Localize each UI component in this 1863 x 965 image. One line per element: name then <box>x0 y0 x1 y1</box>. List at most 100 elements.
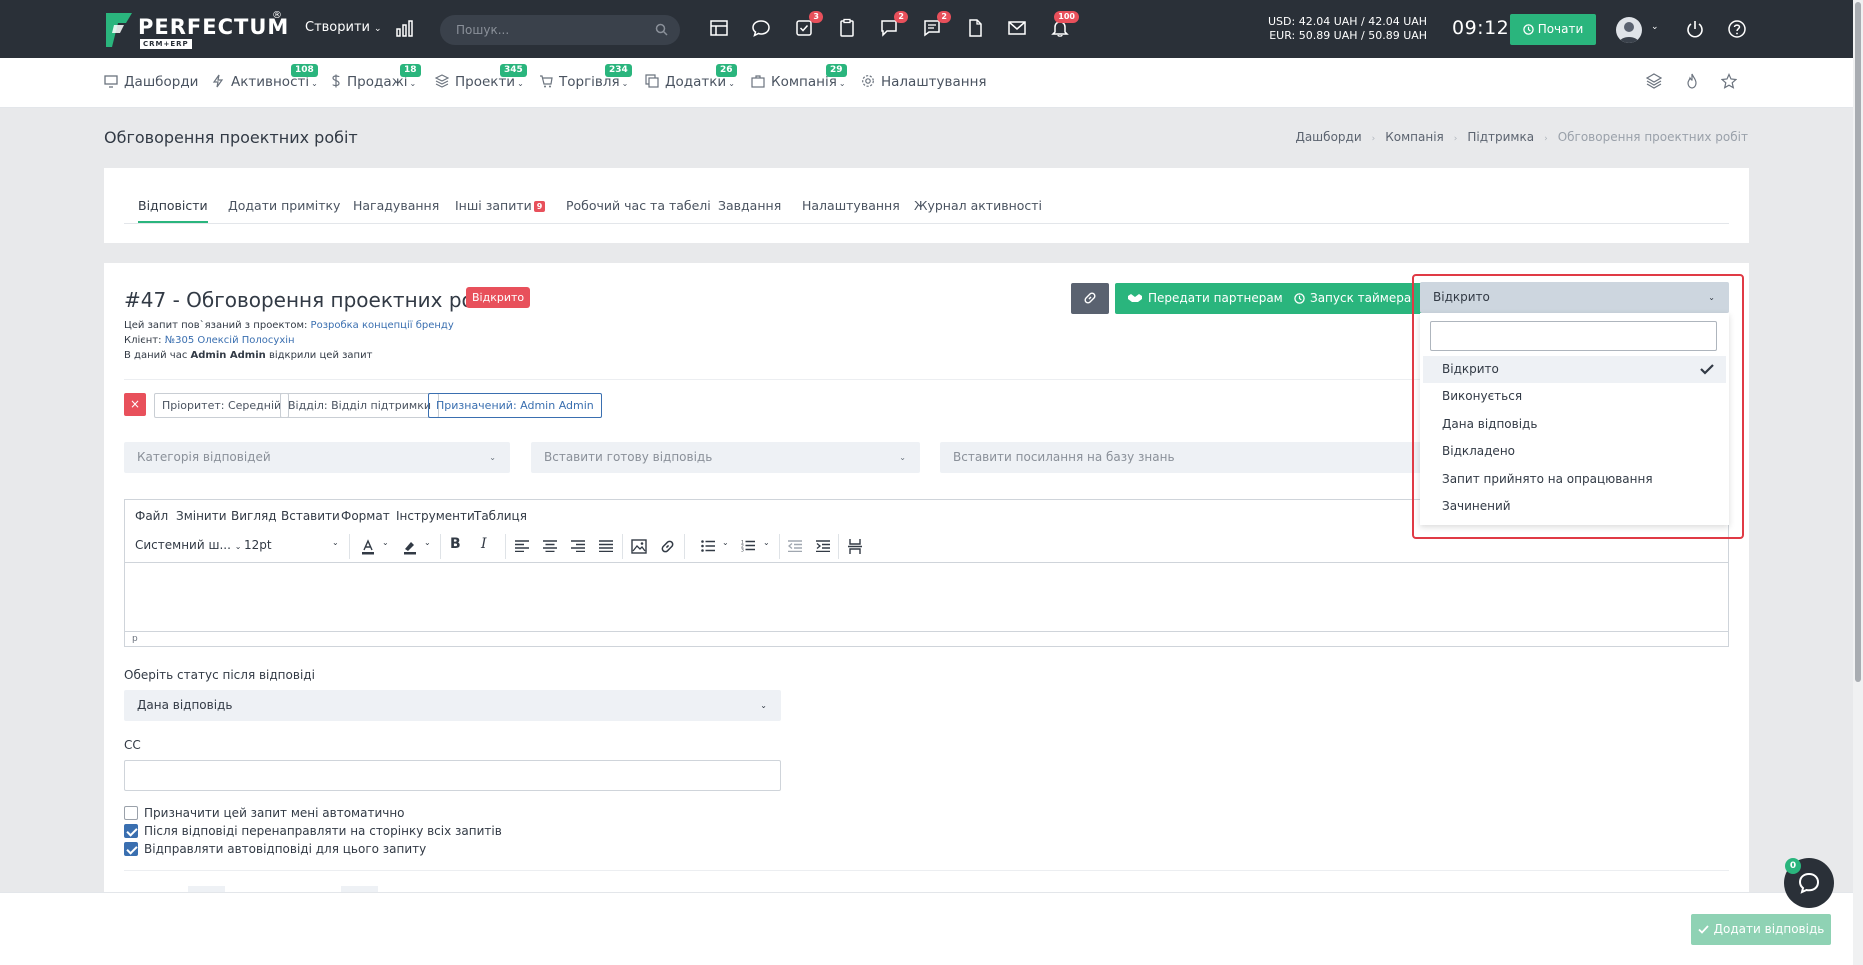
project-link[interactable]: Розробка концепції бренду <box>311 320 454 331</box>
bell-icon[interactable]: 100 <box>1050 11 1079 40</box>
status-after-reply-select[interactable]: Дана відповідь ⌄ <box>124 690 781 721</box>
dropdown-option[interactable]: Виконується <box>1423 383 1726 410</box>
ready-reply-select[interactable]: Вставити готову відповідь ⌄ <box>531 442 920 473</box>
cc-input[interactable] <box>124 760 781 791</box>
dropdown-option[interactable]: Зачинений <box>1423 493 1726 520</box>
editor-menu-format[interactable]: Формат <box>341 509 390 523</box>
calendar-icon[interactable] <box>709 18 731 40</box>
priority-tag[interactable]: Пріоритет: Середній <box>154 393 290 418</box>
image-icon[interactable] <box>631 539 647 554</box>
clipboard-icon[interactable] <box>837 18 859 40</box>
client-link[interactable]: №305 Олексій Полосухін <box>165 335 295 346</box>
fire-icon[interactable] <box>1684 73 1700 89</box>
dropdown-option[interactable]: Дана відповідь <box>1423 411 1726 438</box>
department-tag[interactable]: Відділ: Відділ підтримки <box>280 393 439 418</box>
chevron-down-icon[interactable]: ⌄ <box>332 538 339 547</box>
editor-menu-edit[interactable]: Змінити <box>176 509 227 523</box>
page-break-icon[interactable] <box>848 539 862 554</box>
nav-trade[interactable]: Торгівля ⌄ 234 <box>539 64 632 90</box>
tab-activity-log[interactable]: Журнал активності <box>914 198 1042 213</box>
start-timer-button[interactable]: Почати <box>1510 14 1596 45</box>
copy-link-button[interactable] <box>1071 283 1109 314</box>
check-autoreply[interactable]: Відправляти автовідповіді для цього запи… <box>124 842 426 856</box>
align-justify-icon[interactable] <box>599 540 613 552</box>
layers-icon[interactable] <box>1646 73 1662 89</box>
numbered-list-icon[interactable]: 123 <box>741 539 755 552</box>
nav-projects[interactable]: Проекти ⌄ 345 <box>435 64 527 90</box>
link-icon[interactable] <box>660 539 675 554</box>
chevron-down-icon[interactable]: ⌄ <box>424 538 431 547</box>
chevron-down-icon[interactable]: ⌄ <box>382 538 389 547</box>
start-timer-ticket-button[interactable]: Запуск таймера <box>1282 283 1424 314</box>
bullet-list-icon[interactable] <box>701 540 715 552</box>
align-left-icon[interactable] <box>515 540 529 552</box>
star-icon[interactable] <box>1721 73 1737 89</box>
align-right-icon[interactable] <box>571 540 585 552</box>
checkbox[interactable] <box>124 824 138 838</box>
align-center-icon[interactable] <box>543 540 557 552</box>
dropdown-option[interactable]: Запит прийнято на опрацювання <box>1423 466 1726 493</box>
chevron-down-icon[interactable]: ⌄ <box>763 538 770 547</box>
ticket-status-select[interactable]: Відкрито ⌄ <box>1420 282 1729 313</box>
chevron-down-icon[interactable]: ⌄ <box>722 538 729 547</box>
outdent-icon[interactable] <box>788 540 802 552</box>
power-icon[interactable] <box>1685 19 1705 39</box>
page-scrollbar[interactable] <box>1853 0 1863 965</box>
tasks-icon[interactable]: 3 <box>794 11 823 40</box>
nav-dashboards[interactable]: Дашборди <box>104 74 198 90</box>
help-icon[interactable] <box>1727 19 1747 39</box>
tab-settings[interactable]: Налаштування <box>802 198 900 213</box>
nav-activities[interactable]: Активності ⌄ 108 <box>211 64 318 90</box>
add-reply-button[interactable]: Додати відповідь <box>1691 914 1831 945</box>
dropdown-search-input[interactable] <box>1430 321 1717 351</box>
editor-menu-insert[interactable]: Вставити <box>281 509 340 523</box>
reply-category-select[interactable]: Категорія відповідей ⌄ <box>124 442 510 473</box>
italic-icon[interactable]: I <box>481 536 487 552</box>
create-menu-button[interactable]: Створити ⌄ <box>305 20 382 35</box>
tab-tasks[interactable]: Завдання <box>718 198 781 213</box>
indent-icon[interactable] <box>816 540 830 552</box>
chat-icon[interactable]: 2 <box>879 11 908 40</box>
tab-add-note[interactable]: Додати примітку <box>228 198 340 213</box>
tab-timesheets[interactable]: Робочий час та табелі <box>566 198 711 213</box>
nav-company[interactable]: Компанія ⌄ 29 <box>751 64 847 90</box>
highlight-icon[interactable] <box>402 539 418 555</box>
checkbox[interactable] <box>124 842 138 856</box>
avatar[interactable] <box>1616 17 1642 43</box>
search-input[interactable] <box>456 21 646 39</box>
breadcrumb-item[interactable]: Дашборди <box>1295 130 1361 144</box>
editor-menu-tools[interactable]: Інструменти <box>396 509 475 523</box>
editor-content-area[interactable] <box>125 563 1728 633</box>
check-redirect[interactable]: Після відповіді перенаправляти на сторін… <box>124 824 502 838</box>
breadcrumb-item[interactable]: Компанія <box>1385 130 1444 144</box>
comment-icon[interactable] <box>751 18 773 40</box>
editor-menu-file[interactable]: Файл <box>135 509 168 523</box>
clear-tags-button[interactable]: × <box>124 393 146 416</box>
scrollbar-thumb[interactable] <box>1855 2 1861 682</box>
bold-icon[interactable]: B <box>450 536 461 552</box>
assigned-tag[interactable]: Призначений: Admin Admin <box>428 393 602 418</box>
dropdown-option[interactable]: Відкладено <box>1423 438 1726 465</box>
tab-reply[interactable]: Відповісти <box>138 198 208 223</box>
nav-settings[interactable]: Налаштування <box>861 74 987 90</box>
tab-other-tickets[interactable]: Інші запити 9 <box>455 198 546 213</box>
file-icon[interactable] <box>965 18 987 40</box>
search-icon[interactable] <box>655 23 668 36</box>
breadcrumb-item[interactable]: Підтримка <box>1467 130 1534 144</box>
editor-menu-view[interactable]: Вигляд <box>231 509 277 523</box>
global-search[interactable] <box>440 15 680 45</box>
tab-reminders[interactable]: Нагадування <box>353 198 439 213</box>
dropdown-option[interactable]: Відкрито <box>1423 356 1726 383</box>
pass-to-partners-button[interactable]: Передати партнерам <box>1115 283 1295 314</box>
messages-icon[interactable]: 2 <box>922 11 951 40</box>
chevron-down-icon[interactable]: ⌄ <box>1651 22 1659 32</box>
check-assign-me[interactable]: Призначити цей запит мені автоматично <box>124 806 405 820</box>
mail-icon[interactable] <box>1007 18 1029 40</box>
nav-addons[interactable]: Додатки ⌄ 26 <box>645 64 737 90</box>
nav-sales[interactable]: Продажі ⌄ 18 <box>331 64 421 90</box>
checkbox[interactable] <box>124 806 138 820</box>
editor-menu-table[interactable]: Таблиця <box>474 509 527 523</box>
font-family-select[interactable]: Системний ш... ⌄ <box>135 538 241 552</box>
font-size-select[interactable]: 12pt <box>244 538 272 552</box>
text-color-icon[interactable] <box>360 539 376 555</box>
